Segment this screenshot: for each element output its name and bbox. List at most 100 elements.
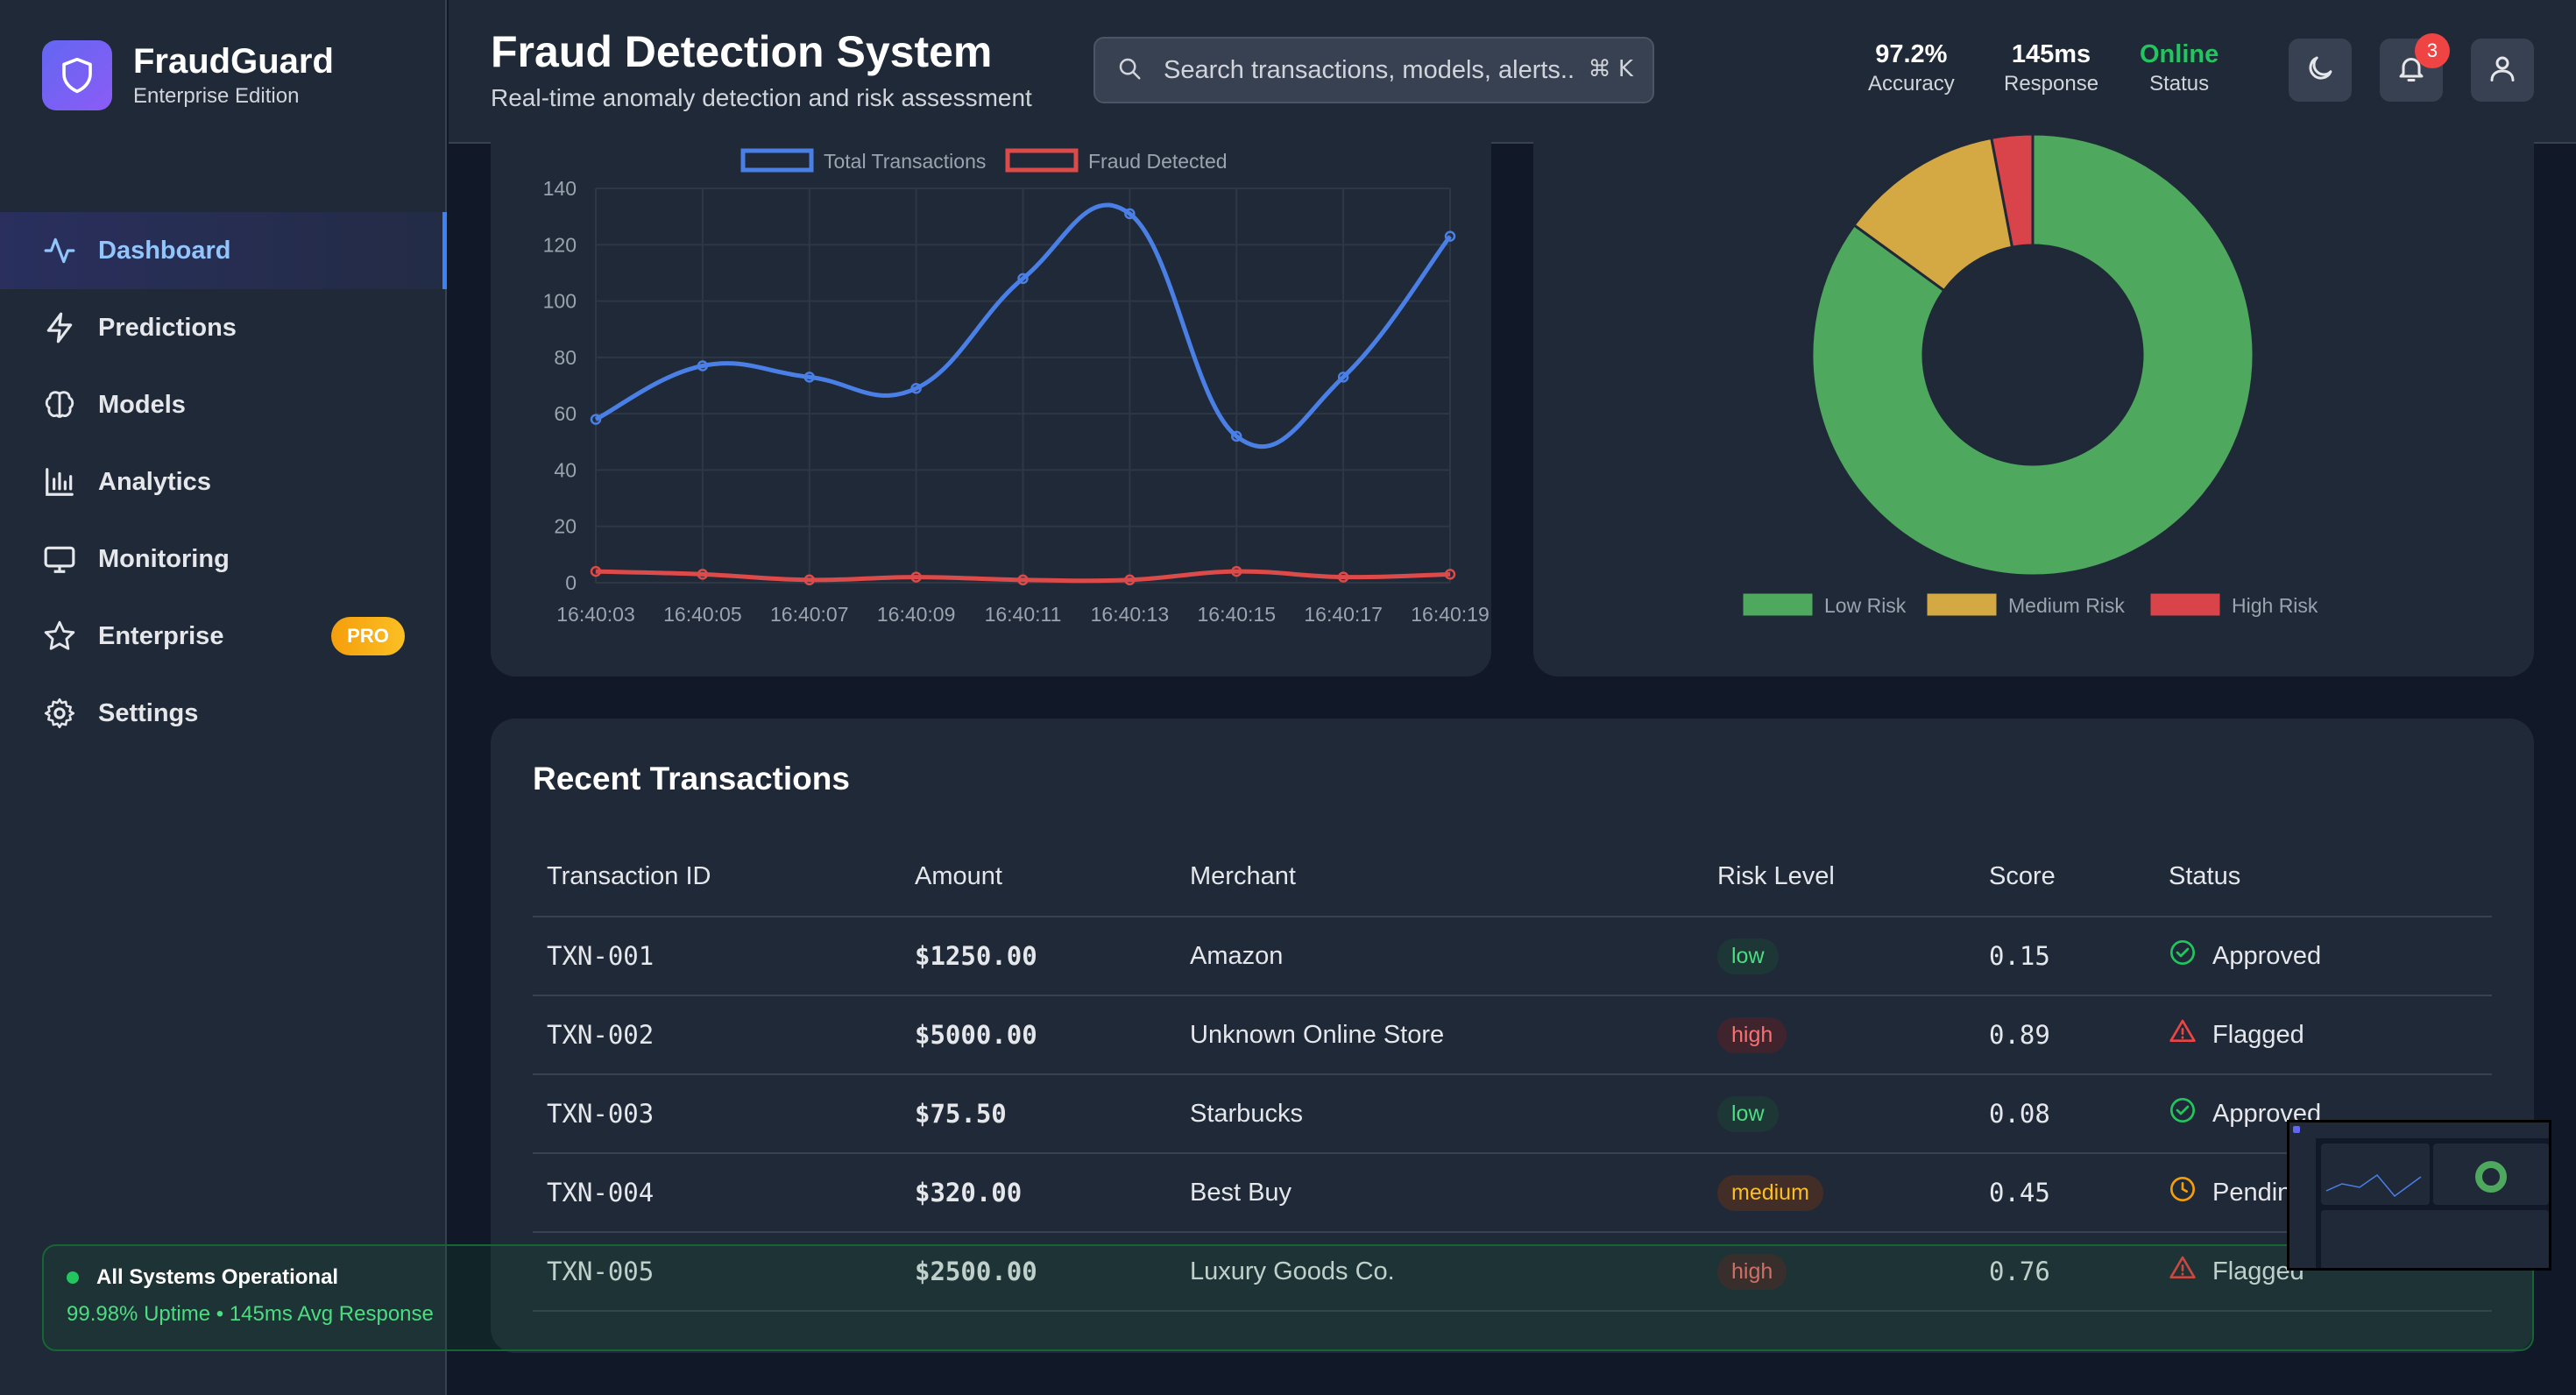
transactions-line-chart: 0 20 40 60 80 100 120 140 16:40:03 16:40:05 16:40:… [543, 148, 1490, 626]
y-tick-label: 40 [554, 458, 577, 481]
metric-response: 145ms Response [2004, 39, 2098, 98]
legend-label: Fraud Detected [1088, 150, 1228, 173]
table-title: Recent Transactions [533, 761, 850, 797]
x-tick-label: 16:40:05 [663, 603, 742, 626]
risk-badge: high [1717, 1016, 1787, 1053]
sidebar-item-predictions[interactable]: Predictions [0, 289, 447, 366]
column-header[interactable]: Transaction ID [533, 838, 901, 917]
metric-value: 97.2% [1875, 40, 1948, 68]
clock-icon [2169, 1175, 2212, 1210]
transaction-id: TXN-002 [533, 995, 901, 1075]
table-row[interactable]: TXN-002 $5000.00 Unknown Online Store hi… [533, 995, 2492, 1075]
y-tick-label: 140 [543, 177, 577, 200]
moon-icon [2304, 53, 2336, 89]
sidebar-item-label: Monitoring [98, 544, 230, 573]
metric-value: Online [2140, 40, 2219, 68]
screenshot-preview-thumbnail[interactable] [2287, 1120, 2551, 1271]
monitor-icon [42, 542, 77, 577]
pro-badge: PRO [331, 617, 405, 655]
risk-badge: low [1717, 938, 1779, 974]
sidebar-item-enterprise[interactable]: Enterprise PRO [0, 598, 447, 675]
bar-chart-icon [42, 464, 77, 499]
table-row[interactable]: TXN-001 $1250.00 Amazon low 0.15 Approve… [533, 917, 2492, 996]
transaction-id: TXN-003 [533, 1074, 901, 1154]
sidebar: FraudGuard Enterprise Edition Dashboard … [0, 0, 447, 1395]
status-label: Flagged [2212, 1020, 2304, 1049]
transaction-amount: $320.00 [901, 1153, 1176, 1233]
user-icon [2487, 53, 2518, 89]
y-tick-label: 80 [554, 346, 577, 369]
column-header[interactable]: Score [1975, 838, 2155, 917]
transaction-id: TXN-004 [533, 1153, 901, 1233]
sidebar-item-settings[interactable]: Settings [0, 675, 447, 752]
legend-label: High Risk [2232, 594, 2318, 617]
page-title: Fraud Detection System [491, 27, 993, 76]
risk-badge: low [1717, 1095, 1779, 1132]
status-detail: 99.98% Uptime • 145ms Avg Response [67, 1302, 434, 1326]
sidebar-item-label: Dashboard [98, 236, 231, 265]
shield-icon [42, 40, 112, 110]
transaction-merchant: Unknown Online Store [1176, 995, 1703, 1075]
x-tick-label: 16:40:09 [877, 603, 956, 626]
legend-swatch [1927, 593, 1997, 616]
column-header[interactable]: Status [2155, 838, 2492, 917]
search-box[interactable]: ⌘ K [1093, 37, 1654, 103]
y-tick-label: 120 [543, 233, 577, 256]
theme-toggle-button[interactable] [2289, 39, 2352, 102]
brand-edition: Enterprise Edition [133, 84, 300, 108]
legend-label: Medium Risk [2008, 594, 2125, 617]
sidebar-item-analytics[interactable]: Analytics [0, 443, 447, 520]
y-tick-label: 20 [554, 515, 577, 538]
table-row[interactable]: TXN-003 $75.50 Starbucks low 0.08 Approv… [533, 1074, 2492, 1154]
risk-badge: medium [1717, 1174, 1823, 1211]
transaction-amount: $1250.00 [901, 917, 1176, 996]
system-status-banner: All Systems Operational 99.98% Uptime • … [42, 1244, 2534, 1351]
risk-score: 0.08 [1975, 1074, 2155, 1154]
status-dot [67, 1271, 79, 1284]
transactions-chart-card: 0 20 40 60 80 100 120 140 16:40:03 16:40:05 16:40:… [491, 114, 1491, 676]
user-menu-button[interactable] [2471, 39, 2534, 102]
risk-score: 0.15 [1975, 917, 2155, 996]
sidebar-item-label: Predictions [98, 313, 237, 342]
page-subtitle: Real-time anomaly detection and risk ass… [491, 84, 1032, 111]
transaction-merchant: Best Buy [1176, 1153, 1703, 1233]
metric-accuracy: 97.2% Accuracy [1868, 39, 1955, 98]
transaction-merchant: Amazon [1176, 917, 1703, 996]
sidebar-item-dashboard[interactable]: Dashboard [0, 212, 447, 289]
column-header[interactable]: Merchant [1176, 838, 1703, 917]
activity-icon [42, 233, 77, 268]
warning-icon [2169, 1017, 2212, 1052]
sidebar-item-models[interactable]: Models [0, 366, 447, 443]
sidebar-item-label: Enterprise [98, 621, 224, 650]
risk-donut-chart: Low Risk Medium Risk High Risk [1743, 132, 2318, 617]
notification-count-badge: 3 [2415, 33, 2450, 68]
table-row[interactable]: TXN-004 $320.00 Best Buy medium 0.45 Pen… [533, 1153, 2492, 1233]
brand[interactable]: FraudGuard Enterprise Edition [42, 40, 334, 110]
x-tick-label: 16:40:03 [556, 603, 635, 626]
metric-value: 145ms [2011, 40, 2091, 68]
sidebar-nav: Dashboard Predictions Models Analytics M… [0, 212, 447, 752]
column-header[interactable]: Amount [901, 838, 1176, 917]
status-title: All Systems Operational [96, 1265, 339, 1289]
legend-label: Low Risk [1824, 594, 1907, 617]
status-label: Approved [2212, 941, 2322, 970]
transaction-amount: $5000.00 [901, 995, 1176, 1075]
notifications-button[interactable]: 3 [2380, 33, 2450, 102]
gear-icon [42, 696, 77, 731]
sidebar-item-monitoring[interactable]: Monitoring [0, 520, 447, 598]
transaction-merchant: Starbucks [1176, 1074, 1703, 1154]
column-header[interactable]: Risk Level [1703, 838, 1975, 917]
legend-swatch [1743, 593, 1813, 616]
metric-label: Response [2004, 72, 2099, 96]
legend-label: Total Transactions [824, 150, 986, 173]
search-shortcut: ⌘ K [1588, 56, 1633, 82]
check-circle-icon [2169, 1096, 2212, 1131]
search-input[interactable] [1164, 55, 1575, 85]
check-circle-icon [2169, 938, 2212, 974]
risk-score: 0.89 [1975, 995, 2155, 1075]
risk-score: 0.45 [1975, 1153, 2155, 1233]
y-tick-label: 100 [543, 290, 577, 313]
metric-label: Status [2149, 72, 2210, 96]
x-tick-label: 16:40:07 [770, 603, 849, 626]
x-tick-label: 16:40:17 [1304, 603, 1383, 626]
